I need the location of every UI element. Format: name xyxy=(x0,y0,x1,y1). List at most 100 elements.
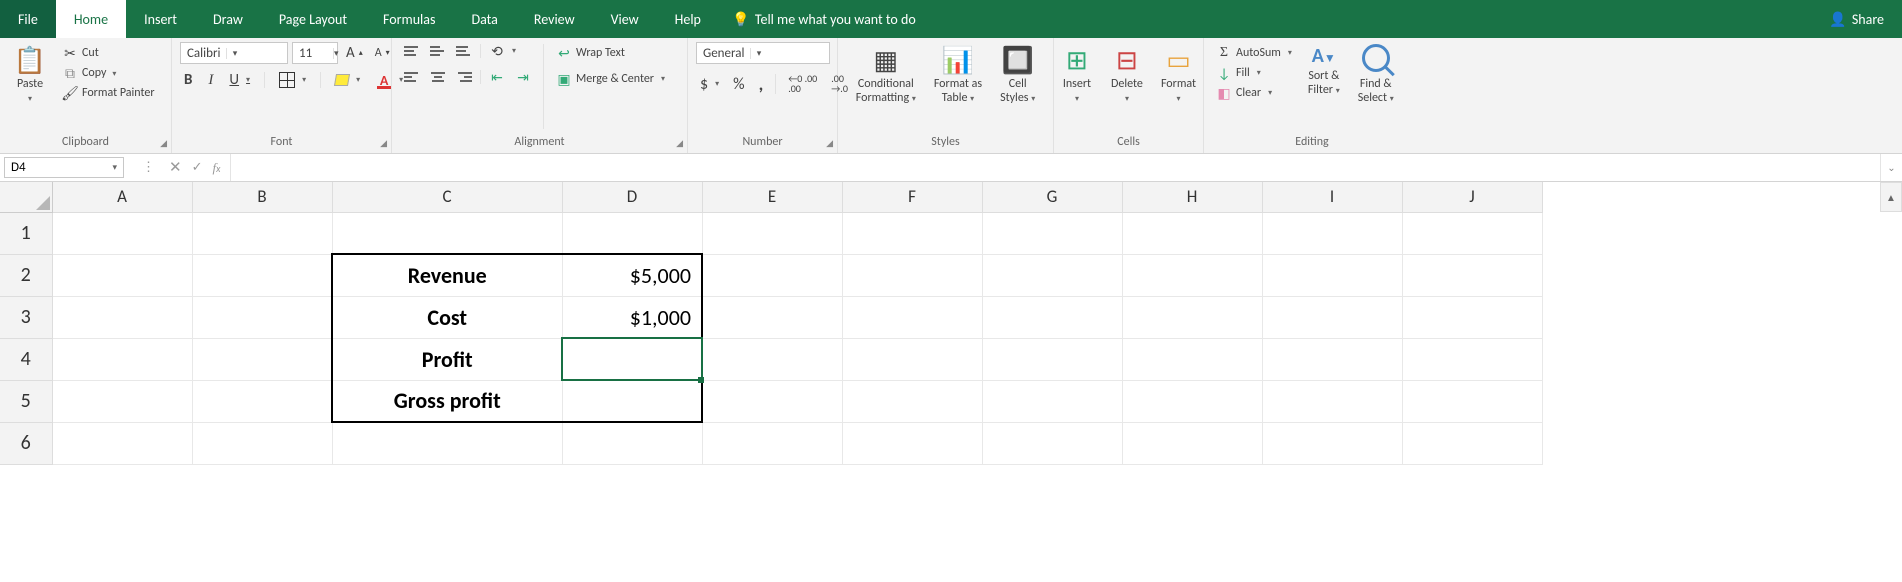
col-header-E[interactable]: E xyxy=(702,182,842,212)
cell-D2[interactable]: $5,000 xyxy=(562,254,702,296)
tab-draw[interactable]: Draw xyxy=(195,0,261,38)
cell-G5[interactable] xyxy=(982,380,1122,422)
font-name-combo[interactable]: Calibri▾ xyxy=(180,42,288,64)
col-header-D[interactable]: D xyxy=(562,182,702,212)
cell-F6[interactable] xyxy=(842,422,982,464)
format-painter-button[interactable]: Format Painter xyxy=(58,84,159,102)
cancel-button[interactable]: ✕ xyxy=(169,158,182,177)
accounting-format-button[interactable]: $ xyxy=(696,74,723,95)
wrap-text-button[interactable]: ↩Wrap Text xyxy=(552,44,669,62)
row-header-5[interactable]: 5 xyxy=(0,380,52,422)
increase-indent-button[interactable]: ⇥ xyxy=(511,68,535,86)
format-cells-button[interactable]: ▭Format xyxy=(1155,42,1202,108)
cell-I3[interactable] xyxy=(1262,296,1402,338)
cell-D5[interactable] xyxy=(562,380,702,422)
cell-B3[interactable] xyxy=(192,296,332,338)
cell-C5[interactable]: Gross profit xyxy=(332,380,562,422)
decrease-indent-button[interactable]: ⇤ xyxy=(485,68,509,86)
cell-C6[interactable] xyxy=(332,422,562,464)
cell-I4[interactable] xyxy=(1262,338,1402,380)
cell-F1[interactable] xyxy=(842,212,982,254)
cell-D3[interactable]: $1,000 xyxy=(562,296,702,338)
align-center-button[interactable] xyxy=(426,71,450,83)
cell-J3[interactable] xyxy=(1402,296,1542,338)
cell-grid[interactable]: A B C D E F G H I J 1 2 Revenue $5,000 3… xyxy=(0,182,1543,465)
cell-A3[interactable] xyxy=(52,296,192,338)
cell-C1[interactable] xyxy=(332,212,562,254)
cell-E6[interactable] xyxy=(702,422,842,464)
tab-help[interactable]: Help xyxy=(657,0,719,38)
orientation-button[interactable]: ⟲ xyxy=(485,42,520,60)
paste-button[interactable]: 📋 Paste xyxy=(8,42,52,108)
cell-E3[interactable] xyxy=(702,296,842,338)
select-all-button[interactable] xyxy=(0,182,52,212)
decrease-font-button[interactable]: A▾ xyxy=(371,45,394,61)
tab-insert[interactable]: Insert xyxy=(126,0,195,38)
cell-J4[interactable] xyxy=(1402,338,1542,380)
expand-formula-bar-button[interactable]: ⌄ xyxy=(1880,154,1902,181)
cell-E2[interactable] xyxy=(702,254,842,296)
cell-D6[interactable] xyxy=(562,422,702,464)
cell-A2[interactable] xyxy=(52,254,192,296)
increase-decimal-button[interactable]: ←0 .00.00 xyxy=(784,73,821,95)
number-format-combo[interactable]: General▾ xyxy=(696,42,830,64)
cell-A5[interactable] xyxy=(52,380,192,422)
cell-H5[interactable] xyxy=(1122,380,1262,422)
tab-file[interactable]: File xyxy=(0,0,56,38)
row-header-3[interactable]: 3 xyxy=(0,296,52,338)
cut-button[interactable]: Cut xyxy=(58,44,159,62)
row-header-2[interactable]: 2 xyxy=(0,254,52,296)
tab-view[interactable]: View xyxy=(593,0,657,38)
sort-filter-button[interactable]: A▼Sort &Filter xyxy=(1302,42,1346,100)
cell-F2[interactable] xyxy=(842,254,982,296)
cell-H3[interactable] xyxy=(1122,296,1262,338)
cell-J5[interactable] xyxy=(1402,380,1542,422)
cell-A6[interactable] xyxy=(52,422,192,464)
cell-A1[interactable] xyxy=(52,212,192,254)
align-left-button[interactable] xyxy=(400,71,424,83)
col-header-G[interactable]: G xyxy=(982,182,1122,212)
tab-home[interactable]: Home xyxy=(56,0,126,38)
col-header-I[interactable]: I xyxy=(1262,182,1402,212)
cell-B1[interactable] xyxy=(192,212,332,254)
conditional-formatting-button[interactable]: ▦ConditionalFormatting xyxy=(850,42,922,108)
cell-E1[interactable] xyxy=(702,212,842,254)
col-header-B[interactable]: B xyxy=(192,182,332,212)
cell-I5[interactable] xyxy=(1262,380,1402,422)
delete-cells-button[interactable]: ⊟Delete xyxy=(1105,42,1149,108)
cell-F3[interactable] xyxy=(842,296,982,338)
cell-G2[interactable] xyxy=(982,254,1122,296)
underline-button[interactable]: U xyxy=(225,70,254,90)
col-header-J[interactable]: J xyxy=(1402,182,1542,212)
cell-B4[interactable] xyxy=(192,338,332,380)
cell-I1[interactable] xyxy=(1262,212,1402,254)
cell-J6[interactable] xyxy=(1402,422,1542,464)
tab-formulas[interactable]: Formulas xyxy=(365,0,453,38)
col-header-A[interactable]: A xyxy=(52,182,192,212)
borders-button[interactable] xyxy=(275,71,310,89)
italic-button[interactable]: I xyxy=(204,71,217,90)
cell-G3[interactable] xyxy=(982,296,1122,338)
cell-J1[interactable] xyxy=(1402,212,1542,254)
align-top-button[interactable] xyxy=(400,45,424,57)
share-button[interactable]: 👤 Share xyxy=(1812,0,1902,38)
cell-H2[interactable] xyxy=(1122,254,1262,296)
fx-icon[interactable]: fx xyxy=(212,160,220,176)
cell-E4[interactable] xyxy=(702,338,842,380)
dialog-launcher-icon[interactable]: ◢ xyxy=(676,138,683,149)
col-header-H[interactable]: H xyxy=(1122,182,1262,212)
formula-input[interactable] xyxy=(231,154,1880,181)
font-size-combo[interactable]: 11▾ xyxy=(292,42,338,64)
enter-button[interactable]: ✓ xyxy=(192,160,203,175)
cell-H4[interactable] xyxy=(1122,338,1262,380)
autosum-button[interactable]: ΣAutoSum xyxy=(1212,44,1296,62)
find-select-button[interactable]: Find &Select xyxy=(1352,42,1400,108)
cell-styles-button[interactable]: 🔲CellStyles xyxy=(994,42,1041,108)
tab-review[interactable]: Review xyxy=(516,0,593,38)
cell-B2[interactable] xyxy=(192,254,332,296)
align-bottom-button[interactable] xyxy=(452,45,476,57)
copy-button[interactable]: Copy xyxy=(58,64,159,82)
bold-button[interactable]: B xyxy=(180,70,196,90)
cell-D4[interactable] xyxy=(562,338,702,380)
cell-J2[interactable] xyxy=(1402,254,1542,296)
